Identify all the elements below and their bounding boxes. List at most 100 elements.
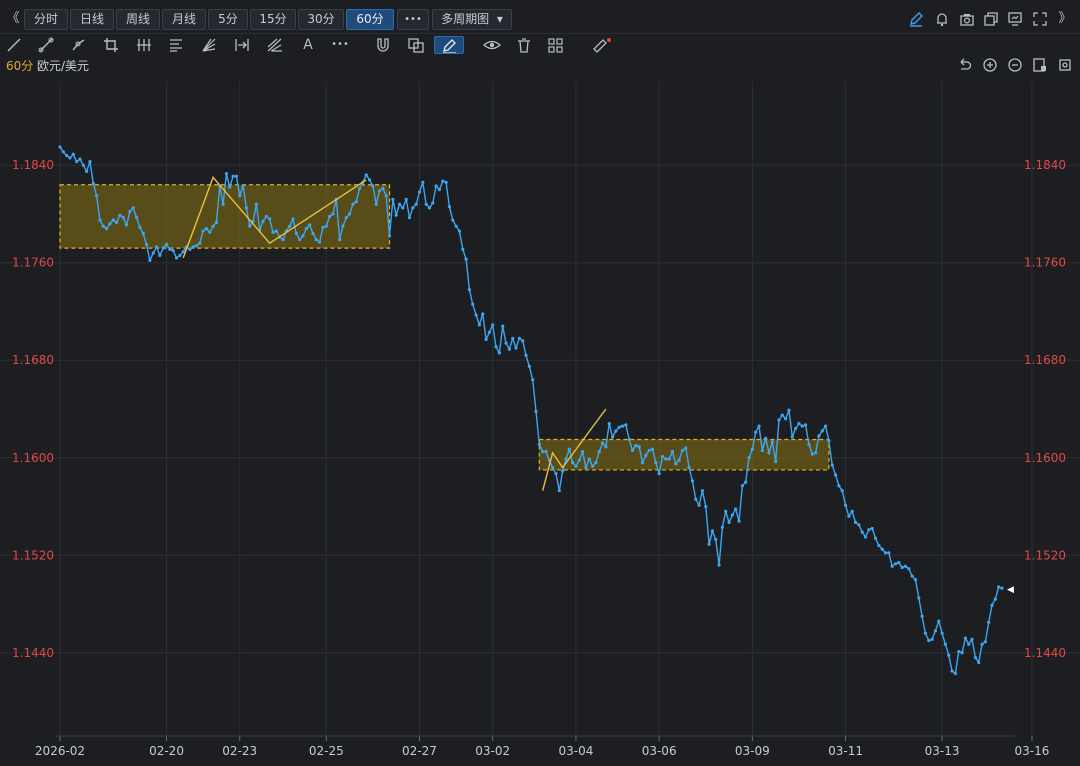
layout-icon[interactable] [546,36,566,54]
price-point [88,159,92,164]
price-point [557,489,561,493]
vertical-lines-icon[interactable] [134,36,154,54]
y-tick-label-right: 1.1680 [1024,353,1066,367]
more-tools-icon[interactable]: ••• [330,36,350,54]
price-point [494,345,498,349]
price-point [554,472,558,476]
fullscreen-icon[interactable] [1032,11,1048,27]
price-point [474,313,478,317]
price-point [194,244,199,248]
price-point [288,224,292,228]
price-point [81,163,85,167]
price-point [787,408,791,412]
price-point [587,457,591,461]
settings-icon[interactable] [1057,57,1073,73]
price-point [171,248,175,253]
collapse-right-icon[interactable]: 》 [1056,11,1074,27]
range-tool-icon[interactable] [232,36,252,54]
crop-tool-icon[interactable] [101,36,121,54]
more-periods-button[interactable]: ••• [397,9,429,30]
bell-icon[interactable] [934,11,950,27]
price-point [161,246,165,250]
price-point [261,219,265,223]
trash-icon[interactable] [514,36,534,54]
horizontal-lines-icon[interactable] [166,36,186,54]
price-point [534,409,538,414]
price-point [328,214,332,219]
collapse-left-icon[interactable]: 《 [4,11,22,27]
period-button-15min[interactable]: 15分 [250,9,296,30]
price-point [128,209,132,214]
period-button-monthly[interactable]: 月线 [162,9,206,30]
price-point [281,237,285,242]
price-point [577,458,581,462]
price-point [860,530,864,534]
ruler-icon[interactable] [591,36,611,54]
zoom-in-icon[interactable] [982,57,998,73]
price-point [101,224,105,228]
y-tick-label-left: 1.1600 [12,451,54,465]
magnet-icon[interactable] [373,36,393,54]
pencil-icon[interactable] [908,11,924,27]
fan-tool-icon[interactable] [199,36,219,54]
camera-icon[interactable] [959,11,975,27]
drawing-toolbar: A ••• [0,34,1080,56]
price-point [75,159,79,164]
price-point [890,564,894,568]
clone-icon[interactable] [406,36,426,54]
price-point [531,378,535,382]
pen-icon[interactable] [434,36,464,54]
period-button-5min[interactable]: 5分 [208,9,248,30]
price-point [813,451,818,455]
period-button-60min[interactable]: 60分 [346,9,394,30]
price-point [917,596,921,600]
period-button-30min[interactable]: 30分 [298,9,344,30]
price-chart[interactable]: 1.1840 1.1840 1.1760 1.1760 1.1680 1.1680 1.16… [0,82,1080,766]
price-point [114,220,119,225]
x-tick-label: 02-20 [149,744,184,758]
price-point [817,434,821,438]
line-tool-icon[interactable] [4,36,24,54]
price-point [404,197,408,201]
segment-tool-icon[interactable] [69,36,89,54]
layout-toggle-icon[interactable] [1032,57,1048,73]
text-tool-icon[interactable]: A [298,36,318,54]
symbol-bar: 60分 欧元/美元 [0,56,1080,76]
price-point [637,445,641,449]
price-point [314,237,318,242]
price-point [204,227,209,231]
multi-period-dropdown[interactable]: 多周期图 ▾ [432,9,512,30]
eye-icon[interactable] [482,36,502,54]
x-tick-label: 03-11 [828,744,863,758]
undo-icon[interactable] [956,57,972,73]
price-point [850,509,854,513]
price-point [983,640,987,644]
zoom-out-icon[interactable] [1007,57,1023,73]
price-point [594,461,598,465]
price-point [467,287,472,292]
period-button-fenshi[interactable]: 分时 [24,9,68,30]
period-button-daily[interactable]: 日线 [70,9,114,30]
price-point [527,364,531,368]
price-point [521,339,525,343]
y-tick-label-right: 1.1840 [1024,158,1066,172]
pitchfork-icon[interactable] [265,36,285,54]
multi-period-label: 多周期图 [441,12,490,26]
price-point [614,429,618,433]
price-point [880,547,884,551]
price-point [677,458,681,462]
copy-window-icon[interactable] [983,11,999,27]
period-button-weekly[interactable]: 周线 [116,9,160,30]
price-point [268,217,272,221]
price-point [294,231,298,236]
price-point [707,542,711,546]
period-toolbar: 《 分时 日线 周线 月线 5分 15分 30分 60分 ••• 多周期图 ▾ … [0,0,1080,34]
monitor-icon[interactable] [1007,11,1023,27]
price-point [384,194,388,198]
ray-tool-icon[interactable] [36,36,56,54]
price-point [271,230,275,234]
price-point [441,179,445,183]
price-point [980,642,984,646]
price-point [640,461,645,465]
price-point [953,671,957,676]
